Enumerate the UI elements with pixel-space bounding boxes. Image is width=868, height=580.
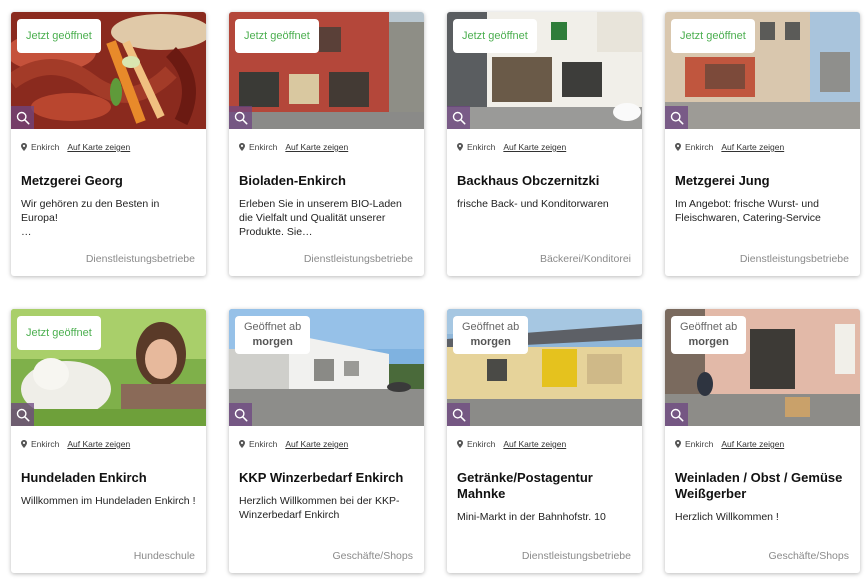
show-on-map-link[interactable]: Auf Karte zeigen <box>503 142 566 152</box>
shop-title[interactable]: KKP Winzerbedarf Enkirch <box>239 470 414 486</box>
shop-card[interactable]: Geöffnet ab morgen Enkirch Auf Karte zei… <box>447 309 642 573</box>
shop-description: Wir gehören zu den Besten in Europa! … <box>21 198 160 238</box>
open-now-badge: Jetzt geöffnet <box>453 19 537 53</box>
town-label: Enkirch <box>685 142 714 152</box>
shop-grid: Jetzt geöffnet Enkirch Auf Karte zeigen … <box>0 0 868 580</box>
opens-tomorrow-badge: Geöffnet ab morgen <box>671 316 747 354</box>
shop-photo[interactable]: Jetzt geöffnet <box>11 12 206 129</box>
town-label: Enkirch <box>685 439 714 449</box>
shop-photo[interactable]: Geöffnet ab morgen <box>447 309 642 426</box>
magnifier-icon[interactable] <box>229 403 252 426</box>
show-on-map-link[interactable]: Auf Karte zeigen <box>721 439 784 449</box>
open-now-badge: Jetzt geöffnet <box>235 19 319 53</box>
show-on-map-link[interactable]: Auf Karte zeigen <box>503 439 566 449</box>
magnifier-icon[interactable] <box>447 403 470 426</box>
magnifier-icon[interactable] <box>665 106 688 129</box>
shop-category: Dienstleistungsbetriebe <box>521 550 631 562</box>
shop-card[interactable]: Geöffnet ab morgen Enkirch Auf Karte zei… <box>229 309 424 573</box>
badge-opens-label: Geöffnet ab <box>244 321 302 333</box>
shop-description: Willkommen im Hundeladen Enkirch ! <box>21 495 196 507</box>
magnifier-icon[interactable] <box>11 106 34 129</box>
location-row: Enkirch Auf Karte zeigen <box>239 438 414 450</box>
shop-title[interactable]: Bioladen-Enkirch <box>239 173 414 189</box>
town-label: Enkirch <box>467 142 496 152</box>
shop-category: Geschäfte/Shops <box>332 550 413 562</box>
map-pin-icon <box>239 143 245 151</box>
shop-card[interactable]: Jetzt geöffnet Enkirch Auf Karte zeigen … <box>11 12 206 276</box>
badge-opens-day: morgen <box>470 336 511 348</box>
shop-title[interactable]: Hundeladen Enkirch <box>21 470 196 486</box>
shop-category: Geschäfte/Shops <box>768 550 849 562</box>
shop-category: Bäckerei/Konditorei <box>539 253 631 265</box>
shop-photo[interactable]: Geöffnet ab morgen <box>229 309 424 426</box>
open-now-badge: Jetzt geöffnet <box>17 316 101 350</box>
map-pin-icon <box>675 143 681 151</box>
shop-card[interactable]: Jetzt geöffnet Enkirch Auf Karte zeigen … <box>229 12 424 276</box>
town-label: Enkirch <box>467 439 496 449</box>
shop-card[interactable]: Jetzt geöffnet Enkirch Auf Karte zeigen … <box>11 309 206 573</box>
shop-photo[interactable]: Jetzt geöffnet <box>447 12 642 129</box>
shop-card[interactable]: Geöffnet ab morgen Enkirch Auf Karte zei… <box>665 309 860 573</box>
location-row: Enkirch Auf Karte zeigen <box>675 141 850 153</box>
shop-card[interactable]: Jetzt geöffnet Enkirch Auf Karte zeigen … <box>665 12 860 276</box>
town-label: Enkirch <box>249 439 278 449</box>
shop-card[interactable]: Jetzt geöffnet Enkirch Auf Karte zeigen … <box>447 12 642 276</box>
shop-photo[interactable]: Jetzt geöffnet <box>11 309 206 426</box>
shop-photo[interactable]: Jetzt geöffnet <box>665 12 860 129</box>
map-pin-icon <box>457 143 463 151</box>
magnifier-icon[interactable] <box>665 403 688 426</box>
magnifier-icon[interactable] <box>229 106 252 129</box>
shop-photo[interactable]: Geöffnet ab morgen <box>665 309 860 426</box>
badge-opens-label: Geöffnet ab <box>462 321 520 333</box>
town-label: Enkirch <box>249 142 278 152</box>
show-on-map-link[interactable]: Auf Karte zeigen <box>721 142 784 152</box>
shop-category: Hundeschule <box>133 550 195 562</box>
shop-title[interactable]: Metzgerei Jung <box>675 173 850 189</box>
magnifier-icon[interactable] <box>11 403 34 426</box>
map-pin-icon <box>239 440 245 448</box>
location-row: Enkirch Auf Karte zeigen <box>457 141 632 153</box>
location-row: Enkirch Auf Karte zeigen <box>21 438 196 450</box>
map-pin-icon <box>675 440 681 448</box>
map-pin-icon <box>21 440 27 448</box>
shop-title[interactable]: Metzgerei Georg <box>21 173 196 189</box>
show-on-map-link[interactable]: Auf Karte zeigen <box>285 142 348 152</box>
show-on-map-link[interactable]: Auf Karte zeigen <box>67 439 130 449</box>
location-row: Enkirch Auf Karte zeigen <box>457 438 632 450</box>
shop-description: Erleben Sie in unserem BIO-Laden die Vie… <box>239 198 402 238</box>
show-on-map-link[interactable]: Auf Karte zeigen <box>285 439 348 449</box>
shop-title[interactable]: Backhaus Obczernitzki <box>457 173 632 189</box>
town-label: Enkirch <box>31 439 60 449</box>
badge-opens-label: Geöffnet ab <box>680 321 738 333</box>
opens-tomorrow-badge: Geöffnet ab morgen <box>235 316 311 354</box>
shop-description: Mini-Markt in der Bahnhofstr. 10 <box>457 511 606 523</box>
magnifier-icon[interactable] <box>447 106 470 129</box>
opens-tomorrow-badge: Geöffnet ab morgen <box>453 316 529 354</box>
shop-category: Dienstleistungsbetriebe <box>739 253 849 265</box>
shop-description: Im Angebot: frische Wurst- und Fleischwa… <box>675 198 821 224</box>
location-row: Enkirch Auf Karte zeigen <box>21 141 196 153</box>
shop-category: Dienstleistungsbetriebe <box>303 253 413 265</box>
shop-description: frische Back- und Konditorwaren <box>457 198 609 210</box>
location-row: Enkirch Auf Karte zeigen <box>239 141 414 153</box>
map-pin-icon <box>457 440 463 448</box>
badge-opens-day: morgen <box>252 336 293 348</box>
town-label: Enkirch <box>31 142 60 152</box>
show-on-map-link[interactable]: Auf Karte zeigen <box>67 142 130 152</box>
shop-description: Herzlich Willkommen bei der KKP-Winzerbe… <box>239 495 400 521</box>
badge-opens-day: morgen <box>688 336 729 348</box>
shop-category: Dienstleistungsbetriebe <box>85 253 195 265</box>
open-now-badge: Jetzt geöffnet <box>17 19 101 53</box>
shop-title[interactable]: Weinladen / Obst / Gemüse Weißgerber <box>675 470 850 502</box>
map-pin-icon <box>21 143 27 151</box>
shop-title[interactable]: Getränke/Postagentur Mahnke <box>457 470 632 502</box>
open-now-badge: Jetzt geöffnet <box>671 19 755 53</box>
location-row: Enkirch Auf Karte zeigen <box>675 438 850 450</box>
shop-description: Herzlich Willkommen ! <box>675 511 779 523</box>
shop-photo[interactable]: Jetzt geöffnet <box>229 12 424 129</box>
